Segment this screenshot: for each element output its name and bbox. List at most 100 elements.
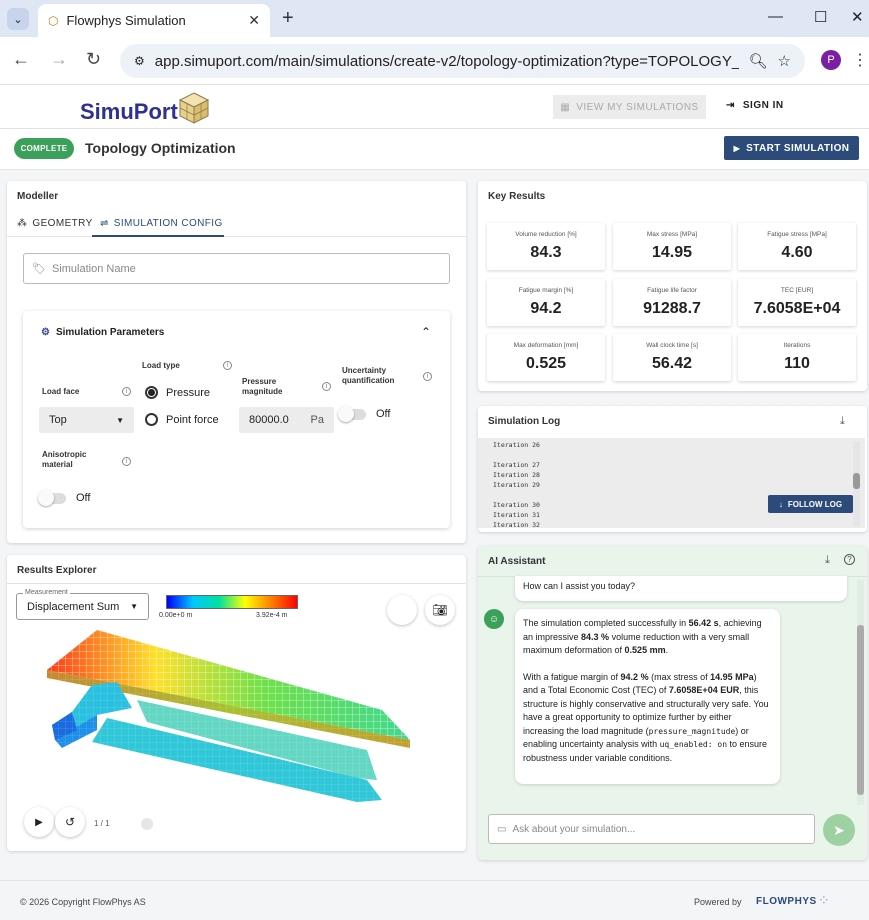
follow-log-button[interactable]: ↓ FOLLOW LOG bbox=[768, 495, 853, 513]
topology-3d-view[interactable] bbox=[37, 630, 417, 805]
uq-toggle[interactable]: Off bbox=[338, 405, 390, 422]
measurement-select[interactable]: Displacement Sum ▼ bbox=[16, 593, 149, 620]
app-header: SimuPort ▦ VIEW MY SIMULATIONS ⇥ SIGN IN bbox=[0, 85, 869, 129]
maximize-icon[interactable]: ☐ bbox=[814, 8, 827, 26]
url-text: app.simuport.com/main/simulations/create… bbox=[154, 52, 739, 70]
simulation-parameters-title: Simulation Parameters bbox=[55, 327, 165, 338]
greeting-text: How can I assist you today? bbox=[523, 581, 636, 591]
browser-menu-icon[interactable]: ⋮ bbox=[852, 50, 868, 70]
tab-search-button[interactable]: ⌄ bbox=[7, 8, 29, 30]
copyright-text: © 2026 Copyright FlowPhys AS bbox=[20, 897, 146, 907]
timeline-slider[interactable] bbox=[141, 818, 153, 830]
browser-tab[interactable]: ⬡ Flowphys Simulation ✕ bbox=[38, 4, 270, 37]
load-face-select[interactable]: Top ▼ bbox=[39, 407, 134, 433]
uq-toggle-switch[interactable] bbox=[338, 405, 366, 422]
login-icon: ⇥ bbox=[726, 100, 735, 111]
close-tab-icon[interactable]: ✕ bbox=[248, 12, 260, 29]
help-icon[interactable]: ? bbox=[844, 554, 855, 565]
camera-button[interactable]: 📷︎ bbox=[425, 595, 455, 625]
play-icon: ▶ bbox=[35, 816, 43, 828]
play-icon: ▶ bbox=[733, 143, 741, 153]
result-tile: Iterations 110 bbox=[738, 334, 856, 381]
play-button[interactable]: ▶ bbox=[24, 807, 54, 837]
back-icon[interactable]: ← bbox=[12, 49, 30, 70]
forward-icon[interactable]: → bbox=[50, 49, 68, 70]
chevron-up-icon[interactable]: ⌃ bbox=[421, 325, 431, 339]
anisotropic-toggle-switch[interactable] bbox=[38, 489, 66, 506]
view-simulations-label: VIEW MY SIMULATIONS bbox=[576, 101, 699, 113]
radio-point-force[interactable]: Point force bbox=[145, 413, 219, 426]
chat-scroll-thumb[interactable] bbox=[857, 625, 864, 795]
tab-geometry-label: GEOMETRY bbox=[32, 218, 93, 229]
view-simulations-button[interactable]: ▦ VIEW MY SIMULATIONS bbox=[553, 95, 706, 119]
result-label: Max deformation [mm] bbox=[513, 342, 579, 349]
flowphys-logo[interactable]: FLOWPHYS bbox=[756, 896, 817, 907]
log-scroll-thumb[interactable] bbox=[853, 473, 860, 489]
minimize-icon[interactable]: — bbox=[768, 8, 783, 25]
result-label: Fatigue margin [%] bbox=[518, 287, 574, 294]
pressure-magnitude-input[interactable]: 80000.0 Pa bbox=[239, 407, 334, 433]
anisotropic-toggle[interactable]: Off bbox=[38, 489, 90, 506]
code-span: uq_enabled: on bbox=[659, 740, 728, 749]
radio-point-force-dot[interactable] bbox=[145, 413, 158, 426]
bookmark-star-icon[interactable]: ☆ bbox=[778, 52, 791, 70]
start-simulation-label: START SIMULATION bbox=[746, 142, 850, 154]
sliders-icon: ⇌ bbox=[100, 218, 109, 229]
download-log-icon[interactable]: ⤓ bbox=[840, 415, 845, 428]
radio-pressure-dot[interactable] bbox=[145, 386, 158, 399]
anisotropic-info-icon[interactable]: i bbox=[122, 457, 131, 466]
result-tile: Wall clock time [s] 56.42 bbox=[613, 334, 731, 381]
sign-in-button[interactable]: ⇥ SIGN IN bbox=[726, 100, 784, 111]
arrow-down-icon: ↓ bbox=[778, 499, 783, 509]
zoom-icon[interactable]: 🔍︎ bbox=[749, 52, 768, 70]
load-face-info-icon[interactable]: i bbox=[122, 387, 131, 396]
site-settings-icon[interactable]: ⚙ bbox=[134, 54, 145, 68]
follow-log-label: FOLLOW LOG bbox=[787, 499, 843, 509]
profile-avatar[interactable]: P bbox=[821, 50, 841, 70]
uq-info-icon[interactable]: i bbox=[423, 372, 432, 381]
result-value: 7.6058E+04 bbox=[753, 300, 841, 317]
replay-icon: ↺ bbox=[64, 815, 76, 829]
page-footer: © 2026 Copyright FlowPhys AS Powered by … bbox=[0, 880, 869, 920]
download-chat-icon[interactable]: ⤓ bbox=[825, 554, 830, 567]
grid-icon: ▦ bbox=[560, 101, 571, 113]
load-type-label: Load type bbox=[142, 361, 180, 370]
start-simulation-button[interactable]: ▶ START SIMULATION bbox=[724, 136, 859, 160]
favicon-icon: ⬡ bbox=[48, 13, 59, 28]
pressure-magnitude-label: Pressure magnitude bbox=[242, 377, 283, 396]
assistant-message-paragraph-2: With a fatigue margin of 94.2 % (max str… bbox=[523, 671, 772, 766]
chat-scrollbar[interactable] bbox=[857, 580, 864, 805]
ask-input[interactable]: ▭ Ask about your simulation... bbox=[488, 814, 815, 844]
simuport-logo[interactable]: SimuPort bbox=[80, 99, 178, 125]
result-label: Iterations bbox=[783, 342, 811, 349]
load-type-info-icon[interactable]: i bbox=[223, 361, 232, 370]
flowphys-logo-icon: ⁘ bbox=[818, 892, 830, 908]
simulation-parameters-header[interactable]: ⚙ Simulation Parameters bbox=[41, 327, 164, 338]
status-badge: COMPLETE bbox=[14, 138, 74, 159]
tab-geometry[interactable]: ⁂ GEOMETRY bbox=[17, 218, 93, 229]
measurement-label: Measurement bbox=[23, 589, 70, 596]
ai-assistant-title: AI Assistant bbox=[488, 556, 546, 567]
window-close-icon[interactable]: ✕ bbox=[851, 8, 864, 26]
divider bbox=[7, 583, 466, 584]
replay-button[interactable]: ↺ bbox=[55, 807, 85, 837]
address-bar-row: ← → ↻ ⚙ app.simuport.com/main/simulation… bbox=[0, 37, 869, 85]
tab-simulation-config[interactable]: ⇌ SIMULATION CONFIG bbox=[100, 218, 223, 229]
result-value: 0.525 bbox=[525, 355, 567, 372]
simulation-name-input[interactable]: 🏷︎ Simulation Name bbox=[23, 253, 450, 284]
result-value: 14.95 bbox=[651, 244, 693, 261]
assistant-message-paragraph-1: The simulation completed successfully in… bbox=[523, 617, 772, 658]
send-button[interactable]: ➤ bbox=[823, 814, 855, 846]
key-results-title: Key Results bbox=[488, 191, 546, 202]
url-field[interactable]: ⚙ app.simuport.com/main/simulations/crea… bbox=[120, 44, 805, 78]
reload-icon[interactable]: ↻ bbox=[86, 49, 101, 70]
view-toggle-button[interactable] bbox=[387, 595, 417, 625]
new-tab-button[interactable]: + bbox=[282, 7, 294, 30]
log-scrollbar[interactable] bbox=[853, 441, 860, 526]
result-tile: Max deformation [mm] 0.525 bbox=[487, 334, 605, 381]
dropdown-arrow-icon: ▼ bbox=[130, 602, 138, 611]
shapes-icon: ⁂ bbox=[17, 218, 28, 229]
radio-pressure[interactable]: Pressure bbox=[145, 386, 210, 399]
dropdown-arrow-icon: ▼ bbox=[116, 415, 124, 425]
pressure-info-icon[interactable]: i bbox=[322, 382, 331, 391]
